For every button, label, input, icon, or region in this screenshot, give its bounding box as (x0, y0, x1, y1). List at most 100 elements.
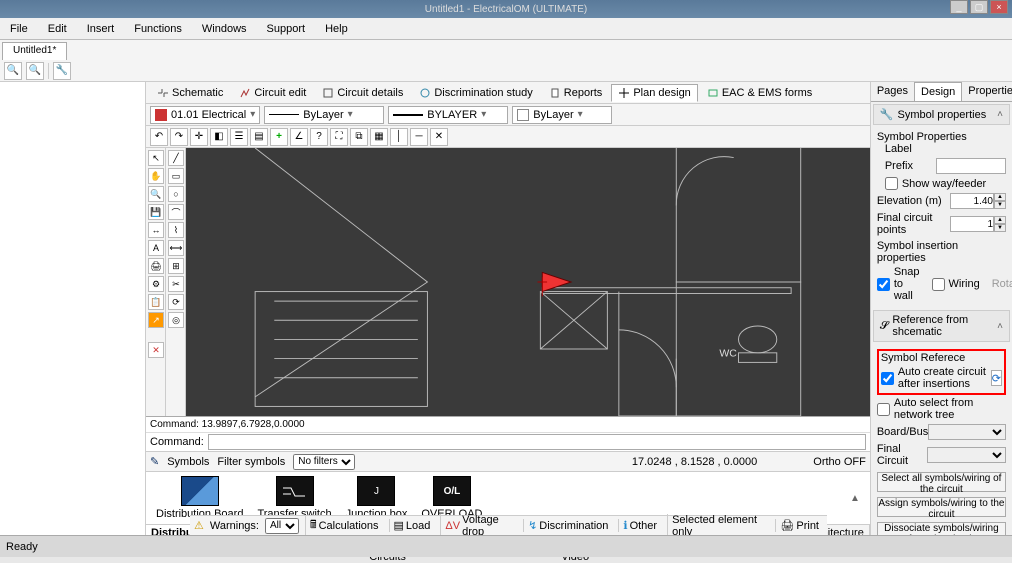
line-tool-icon[interactable]: ╱ (168, 150, 184, 166)
palette-junction-box[interactable]: JJunction box (346, 476, 408, 520)
fit-icon[interactable]: ⛶ (330, 128, 348, 146)
help-icon[interactable]: ? (310, 128, 328, 146)
fcp-input[interactable] (950, 216, 994, 232)
other-button[interactable]: ℹOther (618, 519, 661, 532)
spin-down-icon[interactable]: ▼ (994, 201, 1006, 209)
dim2-icon[interactable]: ⟷ (168, 240, 184, 256)
menu-support[interactable]: Support (261, 21, 312, 37)
menu-edit[interactable]: Edit (42, 21, 73, 37)
tab-reports[interactable]: Reports (542, 84, 610, 102)
cross-icon[interactable]: ✕ (430, 128, 448, 146)
symbol-properties-header[interactable]: 🔧Symbol properties ˄ (873, 104, 1010, 125)
tab-plan-design[interactable]: Plan design (611, 84, 698, 102)
rp-tab-design[interactable]: Design (914, 82, 962, 101)
undo-icon[interactable]: ↶ (150, 128, 168, 146)
refresh-button[interactable]: ⟳ (991, 370, 1002, 386)
block-icon[interactable]: ▦ (370, 128, 388, 146)
report-icon[interactable]: 📋 (148, 294, 164, 310)
menu-functions[interactable]: Functions (128, 21, 188, 37)
zoom-icon[interactable]: 🔍 (148, 186, 164, 202)
save-icon[interactable]: 💾 (148, 204, 164, 220)
tab-circuit-edit[interactable]: Circuit edit (232, 84, 313, 102)
ortho-icon[interactable]: ◧ (210, 128, 228, 146)
redo-icon[interactable]: ↷ (170, 128, 188, 146)
gear-icon[interactable]: ⚙ (148, 276, 164, 292)
tab-schematic[interactable]: Schematic (150, 84, 230, 102)
discrimination-button[interactable]: ↯Discrimination (523, 519, 612, 532)
rotate-icon[interactable]: ⟳ (168, 294, 184, 310)
palette-transfer-switch[interactable]: Transfer switch (257, 476, 331, 520)
lineweight-selector[interactable]: BYLAYER▾ (388, 106, 508, 124)
hline-icon[interactable]: ─ (410, 128, 428, 146)
trim-icon[interactable]: ✂ (168, 276, 184, 292)
snap-to-wall-checkbox[interactable] (877, 278, 890, 291)
filter-select[interactable]: No filters (293, 454, 355, 470)
calculations-button[interactable]: 🖩Calculations (305, 516, 383, 535)
wiring-checkbox[interactable] (932, 278, 945, 291)
circle3-icon[interactable]: ◎ (168, 312, 184, 328)
menu-help[interactable]: Help (319, 21, 354, 37)
spin-up-icon[interactable]: ▲ (994, 216, 1006, 224)
show-way-checkbox[interactable] (885, 177, 898, 190)
rect-tool-icon[interactable]: ▭ (168, 168, 184, 184)
pointer-icon[interactable]: ↖ (148, 150, 164, 166)
dim-icon[interactable]: ↔ (148, 222, 164, 238)
ortho-status[interactable]: Ortho OFF (813, 456, 866, 468)
linetype-selector[interactable]: ByLayer▾ (264, 106, 384, 124)
color-selector[interactable]: ByLayer▾ (512, 106, 612, 124)
load-button[interactable]: ▤Load (389, 519, 435, 532)
palette-distribution-board[interactable]: Distribution Board (156, 476, 243, 520)
hand-icon[interactable]: ✋ (148, 168, 164, 184)
menu-file[interactable]: File (4, 21, 34, 37)
text-icon[interactable]: A (148, 240, 164, 256)
rp-tab-pages[interactable]: Pages (871, 82, 914, 101)
command-input[interactable] (208, 434, 866, 450)
circle-tool-icon[interactable]: ○ (168, 186, 184, 202)
cad-cursor-icon[interactable]: ✛ (190, 128, 208, 146)
layer-color-selector[interactable]: 01.01 Electrical▾ (150, 106, 260, 124)
polyline-icon[interactable]: ⌇ (168, 222, 184, 238)
fcp-spinner[interactable]: ▲▼ (950, 216, 1006, 232)
voltage-drop-button[interactable]: ΔVVoltage drop (440, 514, 517, 538)
elevation-spinner[interactable]: ▲▼ (950, 193, 1006, 209)
auto-select-checkbox[interactable] (877, 403, 890, 416)
prefix-input[interactable] (936, 158, 1006, 174)
assign-symbols-button[interactable]: Assign symbols/wiring to the circuit (877, 497, 1006, 517)
close-x-icon[interactable]: ✕ (148, 342, 164, 358)
layers-icon[interactable]: ▤ (250, 128, 268, 146)
dissociate-symbols-button[interactable]: Dissociate symbols/wiring from the circu… (877, 522, 1006, 535)
elevation-input[interactable] (950, 193, 994, 209)
reference-schematic-header[interactable]: 𝓢Reference from shcematic ˄ (873, 310, 1010, 342)
auto-create-checkbox[interactable] (881, 372, 894, 385)
zoom-out-icon[interactable]: 🔍 (26, 62, 44, 80)
symbols-label[interactable]: Symbols (167, 456, 209, 468)
add-icon[interactable]: + (270, 128, 288, 146)
select-all-symbols-button[interactable]: Select all symbols/wiring of the circuit (877, 472, 1006, 492)
doc-tab-untitled1[interactable]: Untitled1* (2, 42, 67, 60)
vline-icon[interactable]: │ (390, 128, 408, 146)
angle-icon[interactable]: ∠ (290, 128, 308, 146)
arc-tool-icon[interactable]: ⌒ (168, 204, 184, 220)
menu-windows[interactable]: Windows (196, 21, 253, 37)
print-button[interactable]: 🖨Print (775, 519, 823, 532)
spin-up-icon[interactable]: ▲ (994, 193, 1006, 201)
rp-tab-properties[interactable]: Properties (962, 82, 1012, 101)
array-icon[interactable]: ⊞ (168, 258, 184, 274)
tab-discrimination-study[interactable]: Discrimination study (412, 84, 539, 102)
minimize-button[interactable]: _ (950, 0, 968, 14)
tab-eac-ems[interactable]: EAC & EMS forms (700, 84, 819, 102)
final-circuit-select[interactable] (927, 447, 1006, 463)
export-icon[interactable]: ↗ (148, 312, 164, 328)
zoom-in-icon[interactable]: 🔍 (4, 62, 22, 80)
palette-scroll-up[interactable]: ▲ (850, 493, 860, 504)
menu-insert[interactable]: Insert (81, 21, 121, 37)
tab-circuit-details[interactable]: Circuit details (315, 84, 410, 102)
warnings-filter-select[interactable]: All (265, 518, 299, 534)
print-icon[interactable]: 🖨 (148, 258, 164, 274)
drawing-canvas[interactable]: WC (186, 148, 870, 416)
copy-icon[interactable]: ⧉ (350, 128, 368, 146)
spin-down-icon[interactable]: ▼ (994, 224, 1006, 232)
close-button[interactable]: × (990, 0, 1008, 14)
board-bus-select[interactable] (928, 424, 1006, 440)
settings-icon[interactable]: 🔧 (53, 62, 71, 80)
